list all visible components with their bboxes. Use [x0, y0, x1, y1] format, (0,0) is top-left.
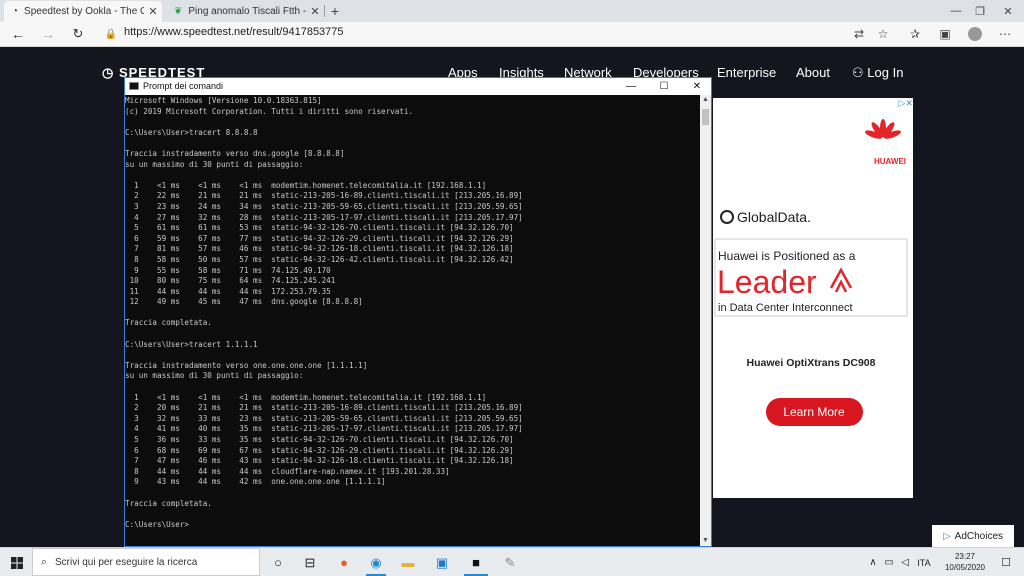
- speedtest-gauge-icon: ◷: [102, 65, 119, 80]
- scroll-up-arrow-icon[interactable]: ▲: [700, 95, 711, 105]
- cmd-close-button[interactable]: ✕: [680, 78, 714, 95]
- globaldata-logo-icon: [720, 210, 734, 224]
- favorites-bar-icon[interactable]: ✰: [906, 25, 924, 43]
- tab-label: Ping anomalo Tiscali Ftth - Fibra: [188, 6, 306, 17]
- cmd-title: Prompt dei comandi: [143, 81, 224, 91]
- back-arrow-icon[interactable]: ←: [6, 22, 30, 46]
- cmd-app-icon: [129, 82, 139, 90]
- huawei-ad-banner[interactable]: HUAWEI GlobalData. Huawei is Positioned …: [713, 98, 913, 498]
- console-output[interactable]: Microsoft Windows [Versione 10.0.18363.8…: [125, 95, 700, 546]
- scroll-thumb[interactable]: [702, 109, 709, 125]
- control-panel-icon[interactable]: ▣: [432, 551, 452, 574]
- adchoices-label: AdChoices: [954, 530, 1004, 542]
- scroll-down-arrow-icon[interactable]: ▼: [700, 536, 711, 546]
- ad-sponsor: GlobalData.: [737, 209, 811, 225]
- ad-big-word: Leader: [717, 264, 817, 300]
- cmd-maximize-button[interactable]: ☐: [647, 78, 681, 95]
- ad-close-icon[interactable]: ▷✕: [892, 98, 913, 108]
- login-link[interactable]: ⚇ Log In: [852, 65, 903, 81]
- tab-label: Speedtest by Ookla - The Global Broadban…: [24, 6, 144, 17]
- refresh-icon[interactable]: ↻: [66, 22, 90, 46]
- url-field[interactable]: https://www.speedtest.net/result/9417853…: [124, 26, 344, 38]
- network-icon[interactable]: ▭: [882, 551, 896, 574]
- taskbar-search-box[interactable]: ⌕ Scrivi qui per eseguire la ricerca: [32, 548, 260, 576]
- forward-arrow-icon[interactable]: →: [36, 22, 60, 46]
- speaker-icon[interactable]: ◁: [898, 551, 912, 574]
- leaf-favicon-icon: ❦: [174, 6, 183, 17]
- command-prompt-window[interactable]: Prompt dei comandi — ☐ ✕ Microsoft Windo…: [124, 77, 712, 547]
- language-indicator-icon[interactable]: ITA: [914, 551, 934, 574]
- windows-taskbar: ⌕ Scrivi qui per eseguire la ricerca ○ ⊟…: [0, 547, 1024, 576]
- windows-logo-icon[interactable]: [6, 551, 28, 574]
- nav-about[interactable]: About: [796, 65, 830, 80]
- profile-avatar[interactable]: [966, 25, 984, 43]
- tab-speedtest[interactable]: ◔ Speedtest by Ookla - The Global Broadb…: [4, 1, 162, 22]
- more-options-icon[interactable]: ⋯: [996, 25, 1014, 43]
- search-icon: ⌕: [40, 555, 48, 568]
- tab-close-icon[interactable]: ✕: [306, 5, 324, 18]
- clock-time: 23:27: [954, 552, 976, 561]
- vertical-scrollbar[interactable]: ▲ ▼: [700, 95, 711, 546]
- ad-brand: HUAWEI: [874, 157, 906, 166]
- nav-enterprise[interactable]: Enterprise: [717, 65, 776, 80]
- clock-date: 10/05/2020: [944, 563, 986, 572]
- user-icon: ⚇: [852, 65, 868, 80]
- adchoices-icon: ▷: [942, 530, 951, 542]
- chevron-up-icon: [829, 267, 853, 293]
- ad-graphic: HUAWEI GlobalData. Huawei is Positioned …: [714, 119, 908, 426]
- cmd-minimize-button[interactable]: —: [614, 78, 648, 95]
- huawei-logo-icon: [865, 119, 901, 139]
- ad-headline: Huawei is Positioned as a: [718, 249, 856, 263]
- cortana-icon[interactable]: ○: [268, 551, 288, 574]
- learn-more-label: Learn More: [783, 405, 845, 419]
- tray-overflow-chevron-icon[interactable]: ∧: [866, 551, 880, 574]
- speedtest-favicon-icon: ◔: [12, 6, 19, 17]
- lock-icon: 🔒: [104, 28, 118, 40]
- notification-icon[interactable]: ☐: [996, 551, 1016, 574]
- collections-icon[interactable]: ▣: [936, 25, 954, 43]
- firefox-icon[interactable]: ●: [334, 551, 354, 574]
- ad-sub: in Data Center Interconnect: [718, 302, 853, 314]
- tab-close-icon[interactable]: ✕: [144, 5, 162, 18]
- file-explorer-icon[interactable]: ▬: [398, 551, 418, 574]
- tab-ping-anomalo[interactable]: ❦ Ping anomalo Tiscali Ftth - Fibra ✕: [166, 1, 324, 22]
- adchoices-link[interactable]: ▷ AdChoices: [932, 525, 1014, 547]
- new-tab-button[interactable]: +: [324, 0, 346, 22]
- task-view-icon[interactable]: ⊟: [300, 551, 320, 574]
- login-label: Log In: [867, 65, 904, 80]
- cmd-title-bar[interactable]: Prompt dei comandi — ☐ ✕: [125, 78, 711, 95]
- edge-icon[interactable]: ◉: [366, 551, 386, 576]
- console-text: Microsoft Windows [Versione 10.0.18363.8…: [125, 96, 523, 529]
- paint-icon[interactable]: ✎: [500, 551, 520, 574]
- taskbar-clock[interactable]: 23:27 10/05/2020: [938, 551, 992, 573]
- address-toolbar: ← → ↻ 🔒 https://www.speedtest.net/result…: [0, 22, 1024, 47]
- browser-tab-bar: ◔ Speedtest by Ookla - The Global Broadb…: [0, 0, 1024, 22]
- cmd-taskbar-icon[interactable]: ■: [464, 551, 488, 576]
- close-window-button[interactable]: ✕: [988, 0, 1024, 22]
- search-placeholder: Scrivi qui per eseguire la ricerca: [55, 556, 198, 568]
- ad-product: Huawei OptiXtrans DC908: [747, 357, 876, 369]
- favorite-star-icon[interactable]: ☆: [874, 25, 892, 43]
- translate-icon[interactable]: ⇄: [850, 25, 868, 43]
